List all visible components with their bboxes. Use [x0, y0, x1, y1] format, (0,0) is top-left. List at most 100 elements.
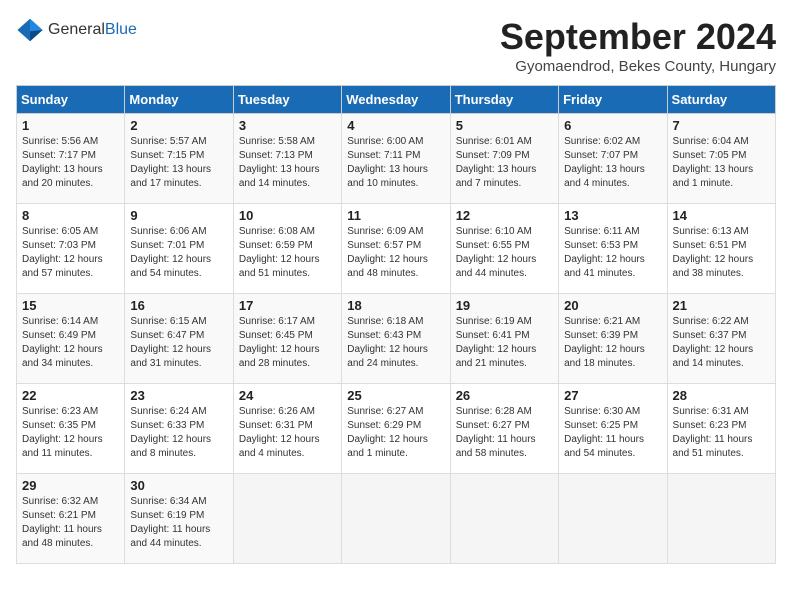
day-number: 6 [564, 118, 661, 133]
col-header-sunday: Sunday [17, 86, 125, 114]
day-number: 15 [22, 298, 119, 313]
day-info: Sunrise: 6:10 AM Sunset: 6:55 PM Dayligh… [456, 225, 553, 281]
day-cell: 23 Sunrise: 6:24 AM Sunset: 6:33 PM Dayli… [125, 384, 233, 474]
day-info: Sunrise: 5:56 AM Sunset: 7:17 PM Dayligh… [22, 135, 119, 191]
day-number: 9 [130, 208, 227, 223]
day-number: 12 [456, 208, 553, 223]
day-cell: 29 Sunrise: 6:32 AM Sunset: 6:21 PM Dayli… [17, 474, 125, 564]
day-cell: 28Sunrise: 6:31 AM Sunset: 6:23 PM Dayli… [667, 384, 775, 474]
logo-general-text: General [48, 21, 105, 38]
calendar-table: SundayMondayTuesdayWednesdayThursdayFrid… [16, 85, 776, 564]
day-cell: 8 Sunrise: 6:05 AM Sunset: 7:03 PM Daylig… [17, 204, 125, 294]
day-info: Sunrise: 6:18 AM Sunset: 6:43 PM Dayligh… [347, 315, 444, 371]
day-number: 3 [239, 118, 336, 133]
day-cell [233, 474, 341, 564]
day-cell: 10 Sunrise: 6:08 AM Sunset: 6:59 PM Dayli… [233, 204, 341, 294]
day-number: 20 [564, 298, 661, 313]
month-title: September 2024 [500, 16, 776, 58]
day-number: 7 [673, 118, 770, 133]
day-number: 17 [239, 298, 336, 313]
day-number: 11 [347, 208, 444, 223]
day-cell: 12 Sunrise: 6:10 AM Sunset: 6:55 PM Dayli… [450, 204, 558, 294]
day-info: Sunrise: 6:15 AM Sunset: 6:47 PM Dayligh… [130, 315, 227, 371]
day-cell: 14 Sunrise: 6:13 AM Sunset: 6:51 PM Dayli… [667, 204, 775, 294]
day-info: Sunrise: 6:17 AM Sunset: 6:45 PM Dayligh… [239, 315, 336, 371]
day-cell [450, 474, 558, 564]
day-info: Sunrise: 6:19 AM Sunset: 6:41 PM Dayligh… [456, 315, 553, 371]
day-info: Sunrise: 6:28 AM Sunset: 6:27 PM Dayligh… [456, 405, 553, 461]
day-cell: 3 Sunrise: 5:58 AM Sunset: 7:13 PM Daylig… [233, 114, 341, 204]
day-cell [667, 474, 775, 564]
day-info: Sunrise: 6:30 AM Sunset: 6:25 PM Dayligh… [564, 405, 661, 461]
week-row-3: 15 Sunrise: 6:14 AM Sunset: 6:49 PM Dayli… [17, 294, 776, 384]
day-info: Sunrise: 6:11 AM Sunset: 6:53 PM Dayligh… [564, 225, 661, 281]
day-info: Sunrise: 6:21 AM Sunset: 6:39 PM Dayligh… [564, 315, 661, 371]
day-number: 22 [22, 388, 119, 403]
day-cell: 24Sunrise: 6:26 AM Sunset: 6:31 PM Dayli… [233, 384, 341, 474]
day-cell: 16 Sunrise: 6:15 AM Sunset: 6:47 PM Dayli… [125, 294, 233, 384]
day-info: Sunrise: 6:32 AM Sunset: 6:21 PM Dayligh… [22, 495, 119, 551]
day-info: Sunrise: 6:04 AM Sunset: 7:05 PM Dayligh… [673, 135, 770, 191]
day-cell: 9Sunrise: 6:06 AM Sunset: 7:01 PM Daylig… [125, 204, 233, 294]
day-number: 18 [347, 298, 444, 313]
day-number: 23 [130, 388, 227, 403]
day-info: Sunrise: 6:14 AM Sunset: 6:49 PM Dayligh… [22, 315, 119, 371]
col-header-wednesday: Wednesday [342, 86, 450, 114]
day-number: 1 [22, 118, 119, 133]
day-info: Sunrise: 6:22 AM Sunset: 6:37 PM Dayligh… [673, 315, 770, 371]
logo: GeneralBlue [16, 16, 137, 44]
day-cell: 5 Sunrise: 6:01 AM Sunset: 7:09 PM Daylig… [450, 114, 558, 204]
day-cell: 22 Sunrise: 6:23 AM Sunset: 6:35 PM Dayli… [17, 384, 125, 474]
day-number: 26 [456, 388, 553, 403]
day-cell: 6Sunrise: 6:02 AM Sunset: 7:07 PM Daylig… [559, 114, 667, 204]
day-number: 4 [347, 118, 444, 133]
day-number: 13 [564, 208, 661, 223]
day-cell: 1 Sunrise: 5:56 AM Sunset: 7:17 PM Daylig… [17, 114, 125, 204]
day-info: Sunrise: 6:08 AM Sunset: 6:59 PM Dayligh… [239, 225, 336, 281]
day-cell: 27 Sunrise: 6:30 AM Sunset: 6:25 PM Dayli… [559, 384, 667, 474]
day-info: Sunrise: 6:00 AM Sunset: 7:11 PM Dayligh… [347, 135, 444, 191]
day-info: Sunrise: 6:05 AM Sunset: 7:03 PM Dayligh… [22, 225, 119, 281]
day-number: 21 [673, 298, 770, 313]
day-cell: 2Sunrise: 5:57 AM Sunset: 7:15 PM Daylig… [125, 114, 233, 204]
day-cell: 25Sunrise: 6:27 AM Sunset: 6:29 PM Dayli… [342, 384, 450, 474]
day-cell: 7 Sunrise: 6:04 AM Sunset: 7:05 PM Daylig… [667, 114, 775, 204]
calendar-header-row: SundayMondayTuesdayWednesdayThursdayFrid… [17, 86, 776, 114]
day-number: 24 [239, 388, 336, 403]
day-info: Sunrise: 6:01 AM Sunset: 7:09 PM Dayligh… [456, 135, 553, 191]
day-info: Sunrise: 6:23 AM Sunset: 6:35 PM Dayligh… [22, 405, 119, 461]
day-cell: 26 Sunrise: 6:28 AM Sunset: 6:27 PM Dayli… [450, 384, 558, 474]
header: GeneralBlue September 2024 Gyomaendrod, … [16, 16, 776, 75]
day-info: Sunrise: 6:24 AM Sunset: 6:33 PM Dayligh… [130, 405, 227, 461]
day-cell: 15 Sunrise: 6:14 AM Sunset: 6:49 PM Dayli… [17, 294, 125, 384]
day-cell: 13 Sunrise: 6:11 AM Sunset: 6:53 PM Dayli… [559, 204, 667, 294]
day-number: 14 [673, 208, 770, 223]
logo-text: GeneralBlue [48, 21, 137, 39]
day-number: 27 [564, 388, 661, 403]
day-info: Sunrise: 6:13 AM Sunset: 6:51 PM Dayligh… [673, 225, 770, 281]
col-header-tuesday: Tuesday [233, 86, 341, 114]
week-row-5: 29 Sunrise: 6:32 AM Sunset: 6:21 PM Dayli… [17, 474, 776, 564]
day-cell: 11Sunrise: 6:09 AM Sunset: 6:57 PM Dayli… [342, 204, 450, 294]
logo-blue-text: Blue [105, 21, 137, 38]
day-number: 10 [239, 208, 336, 223]
day-cell: 4 Sunrise: 6:00 AM Sunset: 7:11 PM Daylig… [342, 114, 450, 204]
day-number: 29 [22, 478, 119, 493]
location-subtitle: Gyomaendrod, Bekes County, Hungary [500, 58, 776, 75]
week-row-2: 8 Sunrise: 6:05 AM Sunset: 7:03 PM Daylig… [17, 204, 776, 294]
day-info: Sunrise: 5:58 AM Sunset: 7:13 PM Dayligh… [239, 135, 336, 191]
day-number: 19 [456, 298, 553, 313]
day-number: 5 [456, 118, 553, 133]
day-cell: 21 Sunrise: 6:22 AM Sunset: 6:37 PM Dayli… [667, 294, 775, 384]
col-header-saturday: Saturday [667, 86, 775, 114]
week-row-1: 1 Sunrise: 5:56 AM Sunset: 7:17 PM Daylig… [17, 114, 776, 204]
logo-icon [16, 16, 44, 44]
col-header-monday: Monday [125, 86, 233, 114]
day-info: Sunrise: 6:31 AM Sunset: 6:23 PM Dayligh… [673, 405, 770, 461]
day-number: 16 [130, 298, 227, 313]
day-cell: 30Sunrise: 6:34 AM Sunset: 6:19 PM Dayli… [125, 474, 233, 564]
day-cell [559, 474, 667, 564]
day-cell [342, 474, 450, 564]
day-cell: 20 Sunrise: 6:21 AM Sunset: 6:39 PM Dayli… [559, 294, 667, 384]
day-number: 8 [22, 208, 119, 223]
